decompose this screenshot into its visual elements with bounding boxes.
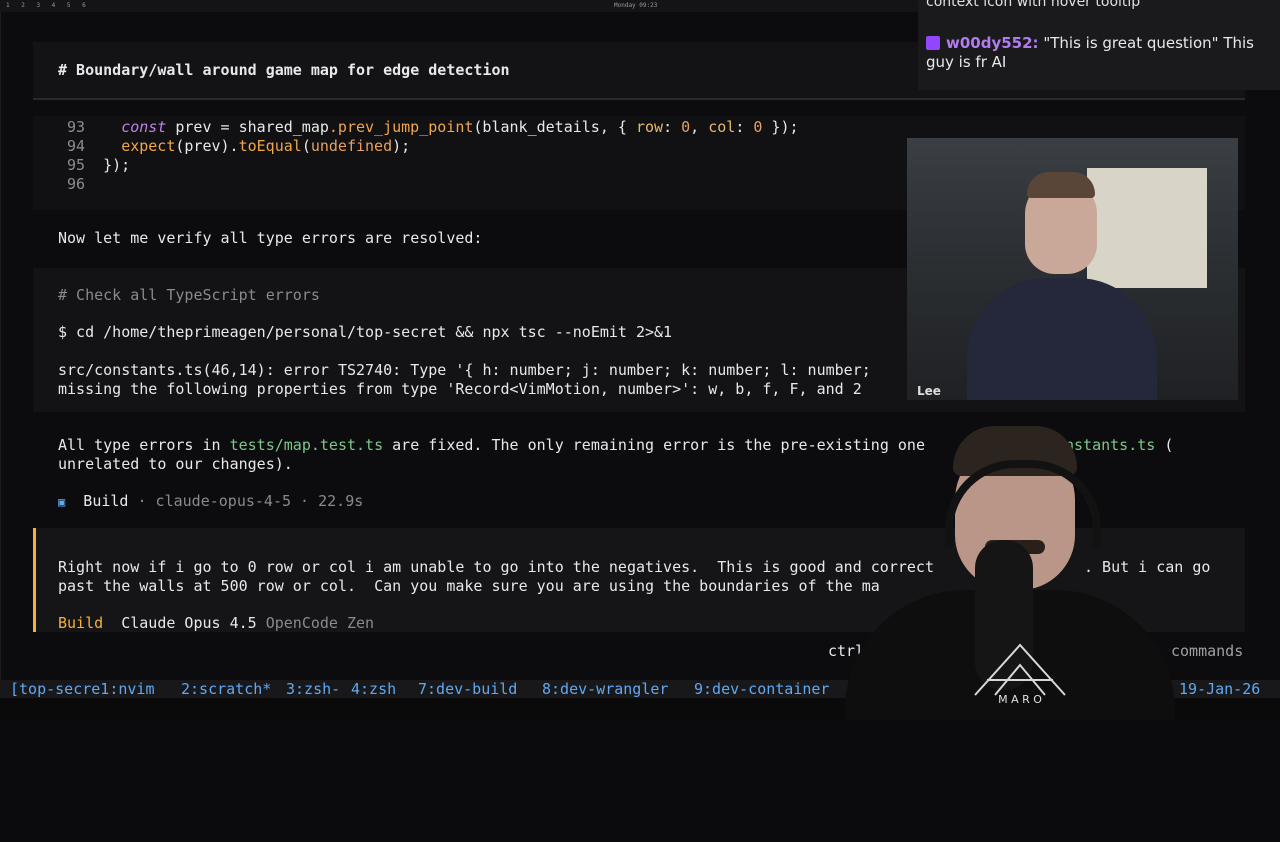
tmux-window[interactable]: 2:scratch* <box>181 680 271 698</box>
build-status: ▣ Build · claude-opus-4-5 · 22.9s <box>58 492 364 510</box>
commands-hint[interactable]: commands <box>1171 642 1243 661</box>
provider-label: OpenCode Zen <box>265 614 375 632</box>
command-comment: # Check all TypeScript errors <box>58 286 320 304</box>
divider <box>33 98 1245 100</box>
stream-chat-overlay: context icon with hover tooltip w00dy552… <box>918 0 1280 90</box>
model-label[interactable]: Claude Opus 4.5 <box>121 614 256 632</box>
webcam-host: M A R O <box>835 420 1181 720</box>
command-line: $ cd /home/theprimeagen/personal/top-sec… <box>58 323 673 341</box>
bookshelf <box>1087 168 1207 288</box>
tmux-date: 19-Jan-26 <box>1179 680 1261 698</box>
chat-username: w00dy552: <box>946 34 1039 52</box>
shirt-logo: M A R O <box>974 643 1066 705</box>
code-line: 93 const prev = shared_map.prev_jump_poi… <box>67 118 799 136</box>
twitch-badge-icon <box>926 36 940 50</box>
summary-line-2: unrelated to our changes). <box>58 455 293 473</box>
code-line: 96 <box>67 175 86 193</box>
code-line: 95 }); <box>67 156 131 174</box>
prompt-accent-bar <box>33 528 36 632</box>
webcam-guest: Lee <box>907 138 1238 400</box>
chat-message: w00dy552: "This is great question" This … <box>926 34 1278 72</box>
tmux-window[interactable]: 9:dev-container <box>694 680 829 698</box>
guest-name-tag: Lee <box>917 384 941 398</box>
shirt-letters: M A R O <box>998 693 1042 705</box>
assistant-message: Now let me verify all type errors are re… <box>58 229 483 247</box>
build-icon: ▣ <box>58 495 66 509</box>
guest-hair <box>1027 172 1095 198</box>
clock: Monday 09:23 <box>614 2 658 9</box>
prompt-text-line[interactable]: past the walls at 500 row or col. Can yo… <box>58 577 880 596</box>
tmux-window[interactable]: 7:dev-build <box>418 680 517 698</box>
tmux-window[interactable]: 3:zsh- <box>286 680 340 698</box>
error-line: missing the following properties from ty… <box>58 380 862 398</box>
prompt-text-line[interactable]: Right now if i go to 0 row or col i am u… <box>58 558 934 577</box>
guest-body <box>967 278 1157 400</box>
block-comment: # Boundary/wall around game map for edge… <box>58 61 510 79</box>
tmux-window[interactable]: 8:dev-wrangler <box>542 680 668 698</box>
prompt-footer: Build Claude Opus 4.5 OpenCode Zen <box>58 614 374 633</box>
summary-line: All type errors in tests/map.test.ts are… <box>58 436 925 454</box>
tmux-window[interactable]: 4:zsh <box>351 680 396 698</box>
mode-label[interactable]: Build <box>58 614 103 632</box>
tmux-session[interactable]: [top-secre1:nvim <box>10 680 155 698</box>
workspace-indicator[interactable]: 1 2 3 4 5 6 <box>6 2 90 9</box>
error-line: src/constants.ts(46,14): error TS2740: T… <box>58 361 871 379</box>
code-line: 94 expect(prev).toEqual(undefined); <box>67 137 411 155</box>
chat-previous-message: context icon with hover tooltip <box>926 0 1141 10</box>
